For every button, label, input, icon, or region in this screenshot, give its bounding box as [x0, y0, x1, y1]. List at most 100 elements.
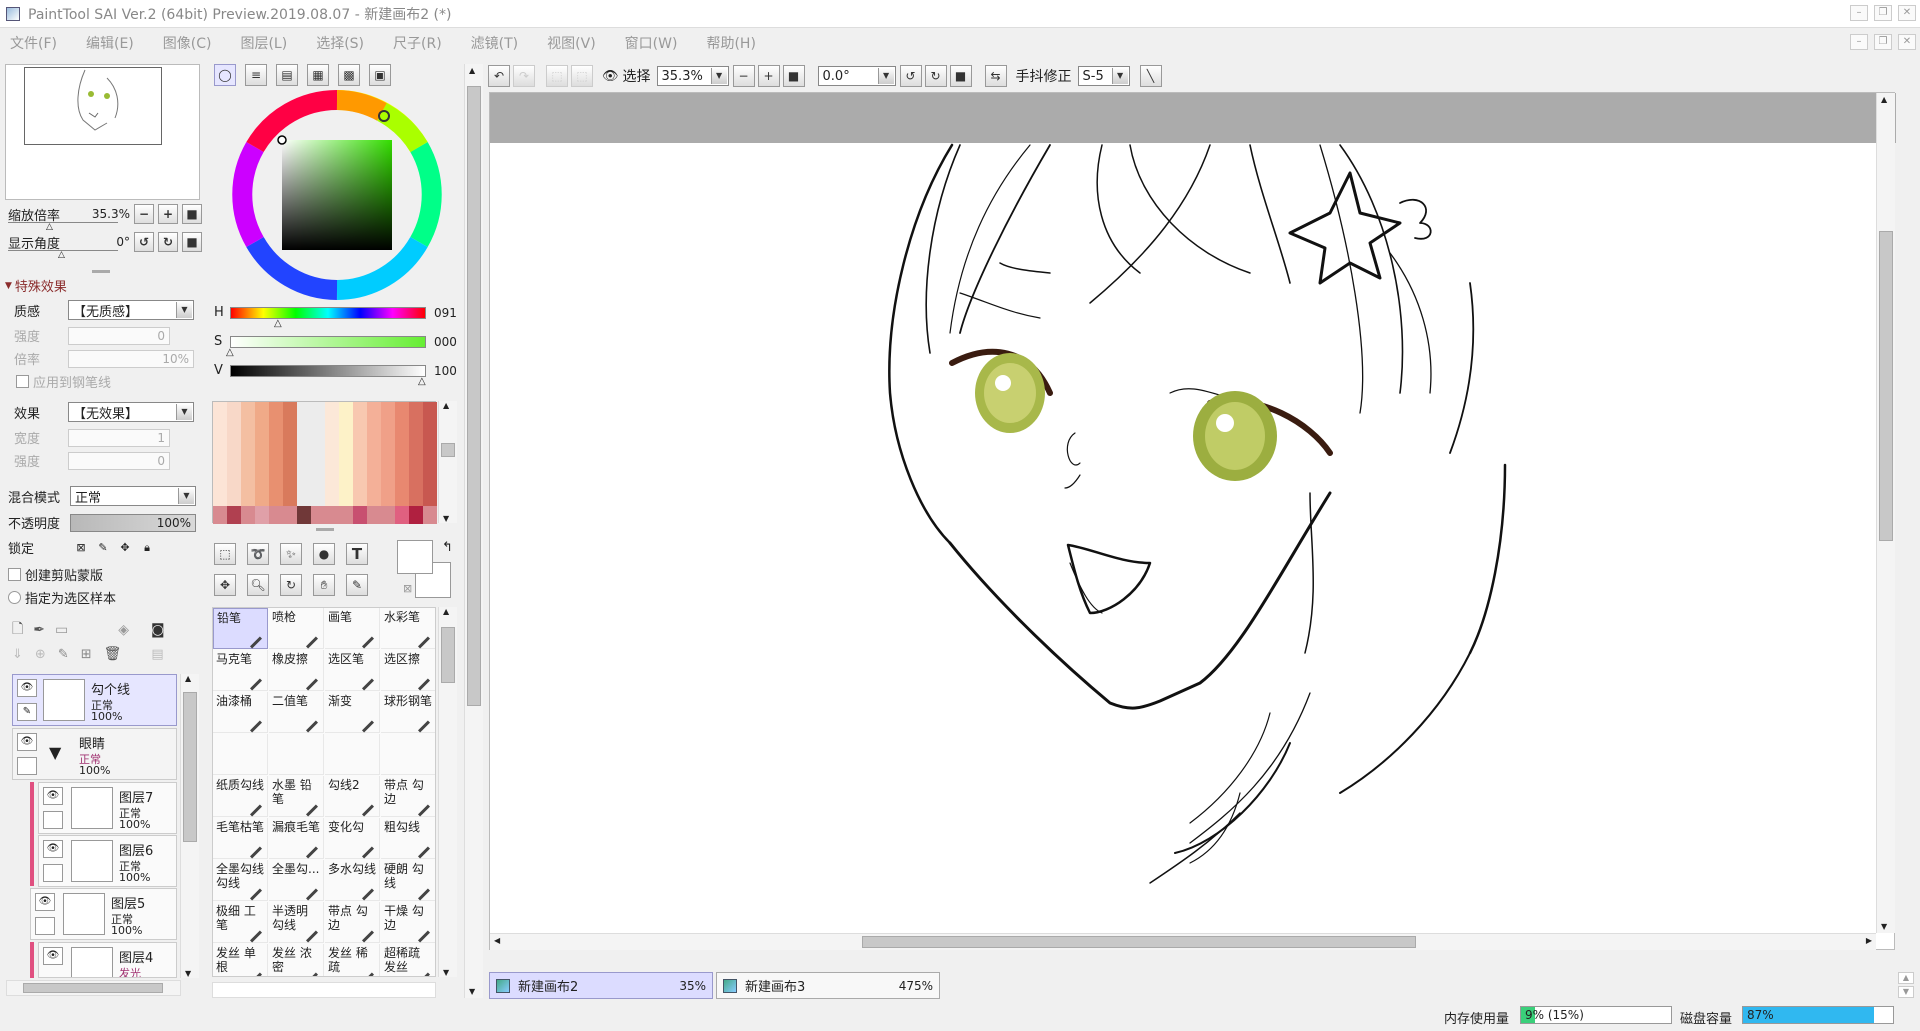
- swatch-tab-icon[interactable]: ▦: [307, 64, 329, 86]
- clear-layer-icon[interactable]: ✎: [58, 647, 69, 662]
- new-pen-layer-icon[interactable]: ✒︎: [33, 622, 45, 638]
- menu-window[interactable]: 窗口(W): [625, 33, 678, 53]
- eye-icon[interactable]: 👁︎: [35, 893, 55, 911]
- s-slider[interactable]: [230, 335, 426, 348]
- effect-select[interactable]: 【无效果】 ▼: [68, 402, 194, 422]
- scroll-down-icon[interactable]: ▼: [443, 968, 449, 977]
- select-visibility-eye-icon[interactable]: 👁︎: [602, 69, 619, 84]
- zoom-value[interactable]: 35.3%: [74, 207, 130, 221]
- doc-minimize-button[interactable]: –: [1850, 34, 1868, 50]
- transfer-down-icon[interactable]: ⇓: [12, 647, 23, 662]
- rect-select-icon[interactable]: ⬚: [214, 543, 236, 565]
- deselect-icon[interactable]: ⬚: [546, 65, 568, 87]
- brush-tool-30[interactable]: 带点 勾边: [325, 902, 380, 943]
- v-slider[interactable]: [230, 364, 426, 377]
- brush-tool-11[interactable]: 球形钢笔: [381, 692, 435, 733]
- canvas-zoom-in-button[interactable]: +: [757, 65, 780, 87]
- scroll-down-icon[interactable]: ▼: [185, 969, 191, 978]
- stabilizer-select[interactable]: S-5 ▼: [1077, 66, 1130, 86]
- brush-tool-21[interactable]: 漏痕毛笔: [269, 818, 324, 859]
- apply-pen-row[interactable]: 应用到钢笔线: [16, 372, 111, 391]
- new-folder-icon[interactable]: ▭: [55, 622, 68, 638]
- scroll-down-icon[interactable]: ▼: [443, 514, 449, 523]
- menu-filter[interactable]: 滤镜(T): [471, 33, 518, 53]
- brush-tool-2[interactable]: 画笔: [325, 608, 380, 649]
- zoom-in-button[interactable]: +: [158, 204, 178, 224]
- eye-icon[interactable]: 👁︎: [17, 733, 37, 751]
- brush-tool-31[interactable]: 干燥 勾边: [381, 902, 435, 943]
- delete-layer-icon[interactable]: 🗑︎: [104, 646, 122, 662]
- brush-tool-35[interactable]: 超稀疏 发丝: [381, 944, 435, 976]
- brush-tool-16[interactable]: 纸质勾线: [213, 776, 268, 817]
- menu-image[interactable]: 图像(C): [163, 33, 212, 53]
- brush-tool-26[interactable]: 多水勾线: [325, 860, 380, 901]
- rotate-right-button[interactable]: ↻: [158, 232, 178, 252]
- magic-wand-icon[interactable]: ✨︎: [280, 543, 302, 565]
- merge-down-icon[interactable]: ⊕: [35, 647, 46, 662]
- brush-scroll-thumb[interactable]: [441, 627, 455, 683]
- zoom-slider-handle[interactable]: △: [46, 222, 53, 232]
- layer-item-6[interactable]: 👁︎ 图层6 正常 100%: [38, 835, 177, 887]
- menu-edit[interactable]: 编辑(E): [86, 33, 134, 53]
- new-layer-icon[interactable]: 🗋︎: [12, 618, 23, 642]
- scroll-up-icon[interactable]: ▲: [443, 401, 449, 410]
- minimize-button[interactable]: –: [1850, 5, 1868, 21]
- shape-icon[interactable]: ●: [313, 543, 335, 565]
- swatch-scroll-thumb[interactable]: [441, 443, 455, 457]
- hsv-slider-tab-icon[interactable]: ▤: [276, 64, 298, 86]
- layer-hscrollbar[interactable]: [6, 980, 181, 996]
- swap-colors-icon[interactable]: ↰: [442, 540, 453, 555]
- color-wheel[interactable]: [232, 90, 442, 300]
- menu-layer[interactable]: 图层(L): [240, 33, 287, 53]
- scroll-up-icon[interactable]: ▲: [443, 607, 449, 616]
- scroll-down-icon[interactable]: ▼: [469, 987, 475, 996]
- sample-radio[interactable]: [8, 591, 21, 604]
- tab-scroll-up-icon[interactable]: ▲: [1898, 972, 1914, 984]
- effects-header[interactable]: ▼ 特殊效果: [5, 276, 67, 295]
- clip-checkbox[interactable]: [8, 568, 21, 581]
- rotate-left-button[interactable]: ↺: [134, 232, 154, 252]
- invert-select-icon[interactable]: ⬚: [571, 65, 593, 87]
- text-tool-icon[interactable]: T: [346, 543, 368, 565]
- undo-icon[interactable]: ↶: [488, 65, 510, 87]
- tab-scroll-down-icon[interactable]: ▼: [1898, 986, 1914, 998]
- eye-icon[interactable]: 👁︎: [43, 787, 63, 805]
- brush-tool-10[interactable]: 渐变: [325, 692, 380, 733]
- brush-tool-4[interactable]: 马克笔: [213, 650, 268, 691]
- rgb-slider-tab-icon[interactable]: ≡: [245, 64, 267, 86]
- color-wheel-tab-icon[interactable]: ◯: [214, 64, 236, 86]
- rotate-icon[interactable]: ↻: [280, 574, 302, 596]
- s-value[interactable]: 000: [434, 335, 457, 349]
- doc-restore-button[interactable]: ❐: [1874, 34, 1892, 50]
- sample-row[interactable]: 指定为选区样本: [8, 588, 116, 607]
- brush-tool-3[interactable]: 水彩笔: [381, 608, 435, 649]
- eye-icon[interactable]: 👁︎: [17, 679, 37, 697]
- brush-tool-1[interactable]: 喷枪: [269, 608, 324, 649]
- menu-help[interactable]: 帮助(H): [706, 33, 755, 53]
- brush-tool-19[interactable]: 带点 勾边: [381, 776, 435, 817]
- brush-tool-29[interactable]: 半透明 勾线: [269, 902, 324, 943]
- scroll-up-icon[interactable]: ▲: [469, 66, 475, 75]
- canvas-zoom-out-button[interactable]: −: [732, 65, 755, 87]
- sv-picker-handle[interactable]: [277, 135, 287, 145]
- width-slider[interactable]: 1: [68, 428, 170, 447]
- strength2-slider[interactable]: 0: [68, 451, 170, 470]
- canvas-hscroll-thumb[interactable]: [862, 936, 1416, 948]
- canvas-artwork[interactable]: [490, 93, 1896, 951]
- blend-select[interactable]: 正常 ▼: [70, 486, 196, 506]
- swatch-grid[interactable]: [212, 401, 437, 524]
- lock-all-icon[interactable]: 🔒︎: [136, 541, 158, 555]
- v-slider-handle[interactable]: △: [418, 376, 426, 387]
- navigator-viewport[interactable]: [24, 67, 162, 145]
- canvas-vscroll-thumb[interactable]: [1879, 231, 1893, 541]
- panel-scroll-thumb[interactable]: [467, 86, 481, 706]
- swatch-scrollbar[interactable]: ▲ ▼: [438, 401, 457, 523]
- folder-expand-icon[interactable]: ▼: [49, 743, 61, 762]
- layer-item-5[interactable]: 👁︎ 图层5 正常 100%: [30, 888, 177, 940]
- brush-tool-7[interactable]: 选区擦: [381, 650, 435, 691]
- angle-slider-handle[interactable]: △: [58, 250, 65, 260]
- doc-tab-2[interactable]: 新建画布3 475%: [716, 972, 940, 999]
- redo-icon[interactable]: ↷: [513, 65, 535, 87]
- panel-splitter[interactable]: [92, 270, 110, 273]
- layer-mask-icon[interactable]: ◈: [118, 622, 129, 638]
